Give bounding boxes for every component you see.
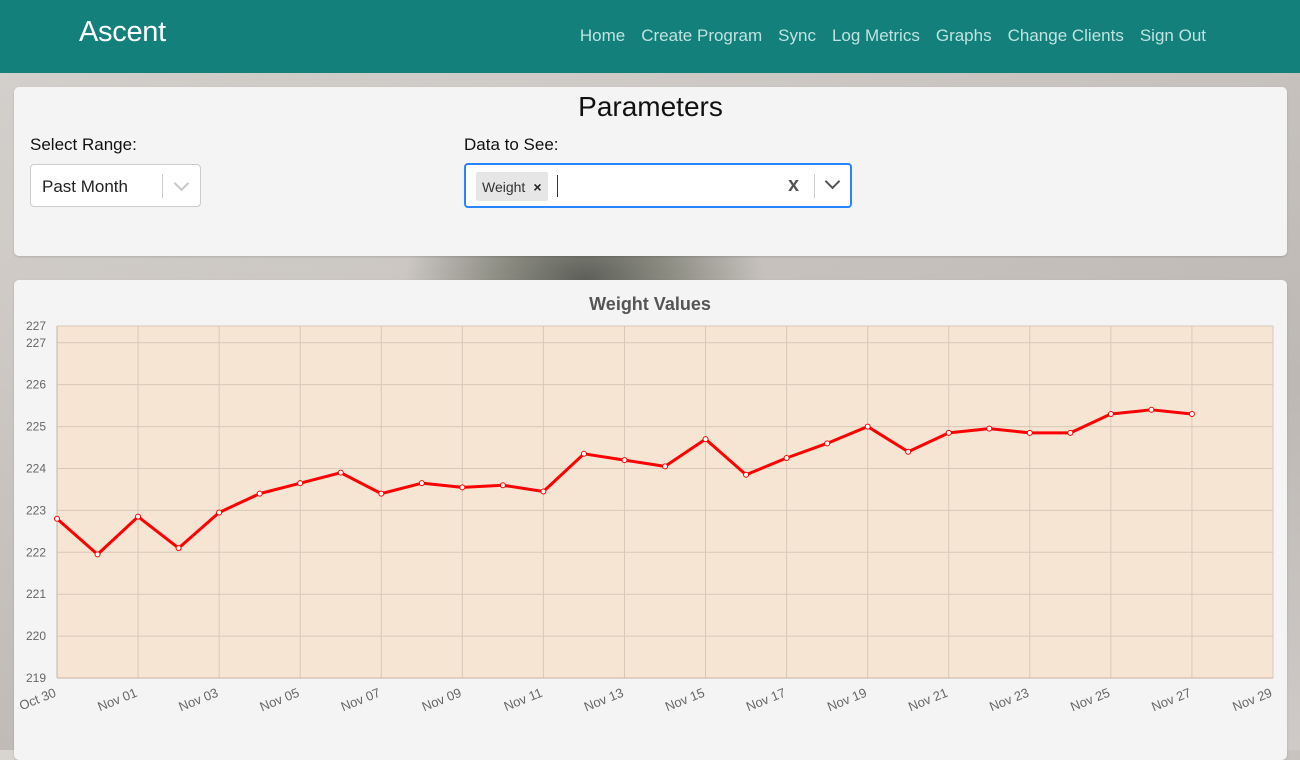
nav-graphs[interactable]: Graphs (928, 26, 1000, 46)
data-point (945, 429, 952, 436)
y-tick-label: 224 (26, 461, 46, 475)
y-tick-label: 220 (26, 629, 46, 643)
data-point (621, 457, 628, 464)
y-tick-label: 222 (26, 545, 46, 559)
data-select-separator (814, 174, 815, 198)
chip-label: Weight (482, 178, 526, 195)
x-tick-label: Nov 07 (339, 685, 383, 714)
y-tick-label: 227 (26, 319, 46, 333)
x-tick-label: Nov 15 (663, 685, 707, 714)
y-tick-label: 225 (26, 420, 46, 434)
data-point (702, 436, 709, 443)
clear-icon[interactable]: x (788, 174, 799, 197)
data-point (337, 469, 344, 476)
chart-title: Weight Values (589, 294, 711, 314)
data-point (418, 480, 425, 487)
y-tick-label: 226 (26, 378, 46, 392)
x-tick-label: Nov 27 (1149, 685, 1193, 714)
data-point (540, 488, 547, 495)
navbar: Ascent Home Create Program Sync Log Metr… (0, 0, 1300, 73)
x-tick-label: Nov 21 (906, 685, 950, 714)
data-point (459, 484, 466, 491)
x-tick-label: Oct 30 (17, 685, 58, 713)
nav-sync[interactable]: Sync (770, 26, 824, 46)
data-point (864, 423, 871, 430)
y-tick-label: 223 (26, 503, 46, 517)
data-label: Data to See: (464, 135, 559, 154)
nav-create-program[interactable]: Create Program (633, 26, 770, 46)
range-select[interactable]: Past Month (30, 164, 201, 207)
data-point (135, 513, 142, 520)
nav-log-metrics[interactable]: Log Metrics (824, 26, 928, 46)
data-point (743, 471, 750, 478)
data-point (297, 480, 304, 487)
chart-card: Weight Values 227 227 226 225 224 223 222 221 220… (14, 280, 1287, 760)
x-tick-label: Nov 03 (176, 685, 220, 714)
x-tick-label: Nov 17 (744, 685, 788, 714)
data-point (499, 482, 506, 489)
data-point (94, 551, 101, 558)
x-tick-label: Nov 23 (987, 685, 1031, 714)
chevron-down-icon[interactable] (824, 173, 841, 190)
y-tick-label: 227 (26, 336, 46, 350)
chip-remove-icon[interactable]: × (531, 179, 547, 195)
data-multiselect[interactable]: Weight × x (464, 163, 852, 208)
data-point (1067, 429, 1074, 436)
y-tick-label: 221 (26, 587, 46, 601)
data-point (1188, 411, 1195, 417)
x-tick-label: Nov 25 (1068, 685, 1112, 714)
x-tick-label: Nov 13 (582, 685, 626, 714)
parameters-card: Parameters Select Range: Past Month Data… (14, 87, 1287, 256)
data-point (824, 440, 831, 447)
data-point (986, 425, 993, 432)
data-point (216, 509, 223, 516)
data-point (1107, 411, 1114, 417)
x-tick-label: Nov 09 (420, 685, 464, 714)
data-point (783, 455, 790, 461)
data-point (662, 463, 668, 470)
y-tick-label: 219 (26, 671, 46, 685)
data-point (175, 545, 182, 552)
data-point (378, 490, 385, 497)
data-point (1148, 406, 1155, 413)
nav-change-clients[interactable]: Change Clients (1000, 26, 1132, 46)
data-point (54, 515, 60, 522)
nav-sign-out[interactable]: Sign Out (1132, 26, 1214, 46)
data-point (256, 490, 263, 497)
range-label: Select Range: (30, 135, 137, 154)
x-tick-label: Nov 05 (258, 685, 302, 714)
nav-links: Home Create Program Sync Log Metrics Gra… (572, 26, 1214, 46)
data-point (580, 450, 587, 457)
parameters-title: Parameters (578, 91, 723, 122)
weight-chart: Weight Values 227 227 226 225 224 223 222 221 220… (17, 294, 1274, 714)
x-tick-label: Nov 29 (1230, 685, 1274, 714)
chevron-down-icon[interactable] (173, 175, 190, 192)
data-point (1026, 429, 1033, 436)
selected-chip-weight: Weight × (476, 172, 548, 201)
range-select-value: Past Month (42, 177, 128, 196)
x-tick-label: Nov 19 (825, 685, 869, 714)
nav-home[interactable]: Home (572, 26, 633, 46)
brand-logo[interactable]: Ascent (79, 16, 166, 49)
range-select-separator (162, 174, 163, 198)
data-point (905, 448, 912, 455)
x-tick-label: Nov 01 (95, 685, 139, 714)
x-tick-label: Nov 11 (502, 685, 545, 714)
text-caret (557, 175, 558, 197)
